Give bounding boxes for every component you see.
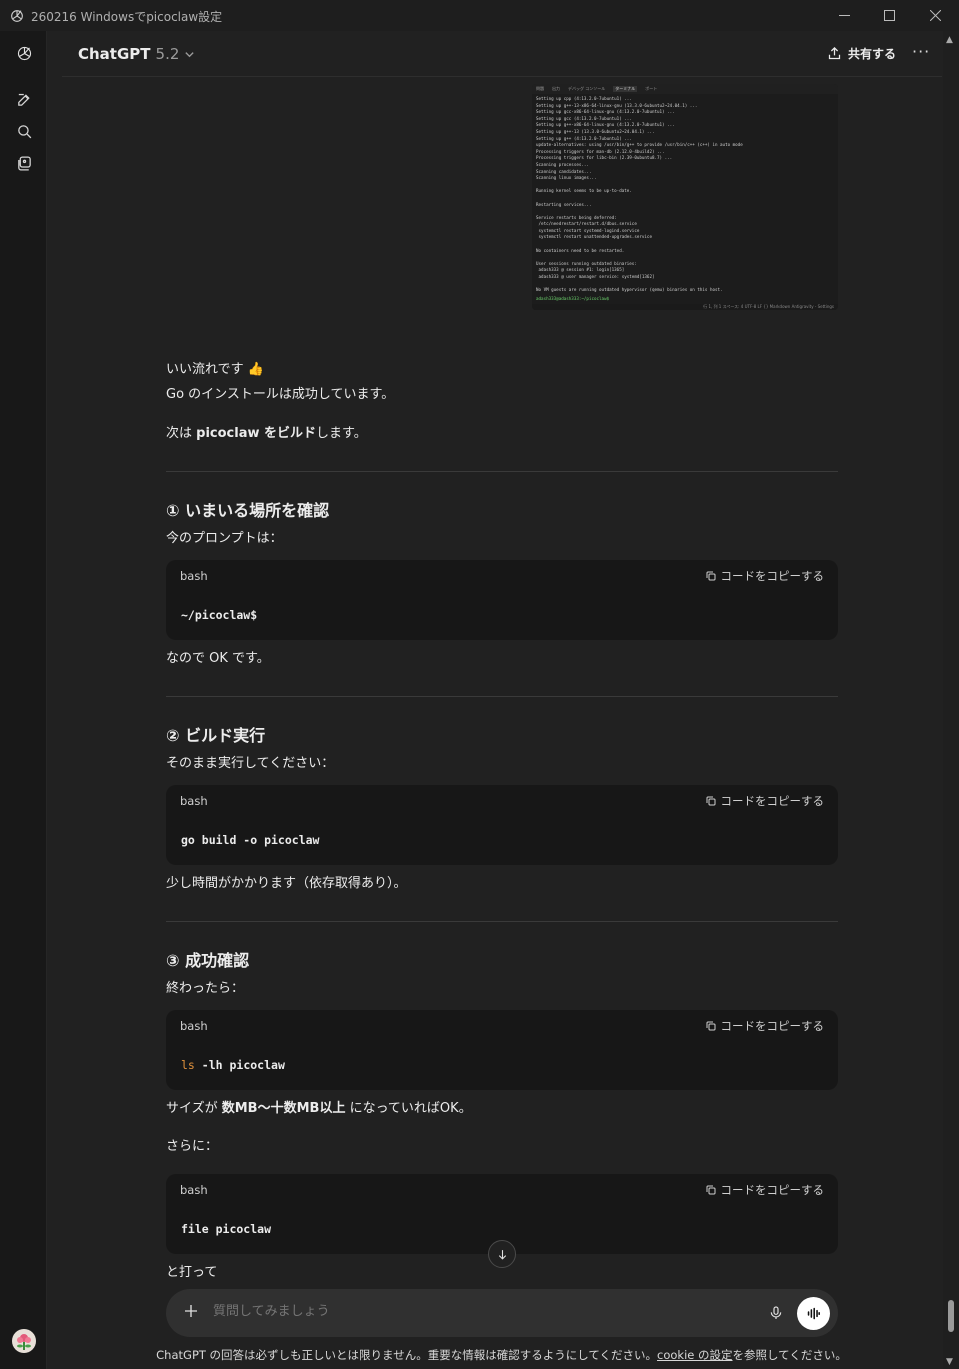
- left-sidebar-rail: [0, 31, 47, 1369]
- section-2-heading: ② ビルド実行: [166, 726, 266, 745]
- copy-icon: [706, 796, 715, 806]
- chatgpt-logo-icon: [11, 10, 23, 22]
- more-options-button[interactable]: ···: [912, 43, 932, 63]
- scrollbar[interactable]: ▲ ▼: [943, 31, 959, 1369]
- arrow-down-icon: [498, 1249, 506, 1260]
- copy-code-button[interactable]: コードをコピーする: [705, 793, 825, 809]
- divider: [166, 471, 838, 472]
- plus-icon[interactable]: [182, 1302, 200, 1320]
- terminal-tab: 出力: [552, 86, 560, 91]
- terminal-tab: デバッグ コンソール: [568, 86, 606, 91]
- section-1-text: 今のプロンプトは：: [166, 531, 283, 546]
- code-text: file picoclaw: [181, 1222, 272, 1236]
- microphone-icon[interactable]: [768, 1304, 784, 1322]
- code-language-label: bash: [180, 569, 208, 583]
- further-text: さらに：: [166, 1139, 219, 1154]
- close-button[interactable]: [912, 0, 958, 31]
- copy-code-label: コードをコピーする: [720, 1183, 825, 1197]
- model-version: 5.2: [155, 45, 180, 63]
- images-icon: [17, 155, 31, 171]
- code-text: ~/picoclaw$: [181, 608, 258, 622]
- section-1-after: なので OK です。: [166, 651, 270, 666]
- model-selector[interactable]: ChatGPT 5.2: [78, 45, 195, 63]
- size-check-text: サイズが 数MB〜十数MB以上 になっていればOK。: [166, 1101, 472, 1116]
- code-text: go build -o picoclaw: [181, 833, 320, 847]
- code-block: bash コードをコピーする ls -lh picoclaw: [166, 1010, 838, 1090]
- section-2-text: そのまま実行してください：: [166, 756, 335, 771]
- window-titlebar: 260216 Windowsでpicoclaw設定: [0, 0, 959, 31]
- maximize-icon: [883, 10, 895, 21]
- scroll-to-bottom-button[interactable]: [488, 1240, 516, 1268]
- size-check-bold: 数MB〜十数MB以上: [221, 1101, 346, 1116]
- copy-code-button[interactable]: コードをコピーする: [705, 1018, 825, 1034]
- code-language-label: bash: [180, 794, 208, 808]
- copy-icon: [706, 1185, 715, 1195]
- code-text: ls -lh picoclaw: [181, 1058, 285, 1072]
- library-button[interactable]: [14, 153, 34, 173]
- search-icon: [17, 124, 31, 138]
- copy-icon: [706, 571, 715, 581]
- scroll-up-arrow-icon[interactable]: ▲: [946, 35, 953, 45]
- divider: [166, 921, 838, 922]
- cookie-settings-link[interactable]: cookie の設定: [657, 1348, 732, 1362]
- window-title: 260216 Windowsでpicoclaw設定: [31, 10, 223, 24]
- close-icon: [929, 10, 941, 21]
- next-step-bold: picoclaw をビルド: [196, 426, 317, 441]
- new-chat-icon: [17, 93, 30, 106]
- chatgpt-logo-icon: [17, 46, 31, 60]
- model-name: ChatGPT: [78, 45, 151, 63]
- terminal-tab-active: ターミナル: [613, 86, 638, 92]
- share-label: 共有する: [848, 47, 897, 61]
- disclaimer-suffix: を参照してください。: [732, 1348, 847, 1362]
- disclaimer-footer: ChatGPT の回答は必ずしも正しいとは限りません。重要な情報は確認するように…: [0, 1347, 959, 1363]
- minimize-button[interactable]: [821, 0, 867, 31]
- chat-header: ChatGPT 5.2 共有する ···: [62, 31, 942, 77]
- disclaimer-text: ChatGPT の回答は必ずしも正しいとは限りません。重要な情報は確認するように…: [156, 1348, 658, 1362]
- intro-line-1: いい流れです 👍: [166, 362, 264, 377]
- code-language-label: bash: [180, 1183, 208, 1197]
- maximize-button[interactable]: [866, 0, 912, 31]
- editor-statusbar: 行 1, 列 1 スペース: 4 UTF-8 LF {} Markdown An…: [532, 304, 838, 310]
- new-chat-button[interactable]: [14, 89, 34, 109]
- section-2-after: 少し時間がかかります（依存取得あり）。: [166, 876, 407, 891]
- terminal-tab: 問題: [536, 86, 544, 91]
- code-language-label: bash: [180, 1019, 208, 1033]
- copy-code-label: コードをコピーする: [720, 1019, 825, 1033]
- code-command: ls: [181, 1058, 195, 1072]
- copy-code-label: コードをコピーする: [720, 569, 825, 583]
- share-button[interactable]: 共有する: [827, 45, 896, 62]
- terminal-tab: ポート: [645, 86, 658, 91]
- section-3-heading: ③ 成功確認: [166, 951, 250, 970]
- voice-mode-button[interactable]: [797, 1297, 830, 1330]
- scrollbar-thumb[interactable]: [948, 1300, 954, 1332]
- search-chats-button[interactable]: [14, 121, 34, 141]
- code-args: -lh picoclaw: [194, 1058, 285, 1072]
- attached-terminal-screenshot[interactable]: 問題 出力 デバッグ コンソール ターミナル ポート Setting up cp…: [532, 84, 838, 310]
- copy-code-button[interactable]: コードをコピーする: [705, 568, 825, 584]
- terminal-output: Setting up cpp (4:13.2.0-7ubuntu1) ... S…: [536, 96, 743, 293]
- next-step-text: 次は picoclaw をビルドします。: [166, 426, 367, 441]
- message-composer: [166, 1289, 838, 1337]
- terminal-tabs: 問題 出力 デバッグ コンソール ターミナル ポート: [532, 84, 838, 94]
- chevron-down-icon: [185, 51, 195, 57]
- trailing-text: と打って: [166, 1265, 218, 1280]
- chatgpt-home-button[interactable]: [14, 43, 34, 63]
- section-1-heading: ① いまいる場所を確認: [166, 501, 330, 520]
- minimize-icon: [838, 15, 850, 16]
- copy-code-button[interactable]: コードをコピーする: [705, 1182, 825, 1198]
- copy-code-label: コードをコピーする: [720, 794, 825, 808]
- chat-input[interactable]: [213, 1304, 733, 1319]
- divider: [166, 696, 838, 697]
- intro-line-2: Go のインストールは成功しています。: [166, 387, 395, 402]
- copy-icon: [706, 1021, 715, 1031]
- section-3-text: 終わったら：: [166, 981, 245, 996]
- code-block: bash コードをコピーする go build -o picoclaw: [166, 785, 838, 865]
- code-block: bash コードをコピーする ~/picoclaw$: [166, 560, 838, 640]
- share-icon: [828, 46, 841, 60]
- voice-waveform-icon: [807, 1307, 820, 1320]
